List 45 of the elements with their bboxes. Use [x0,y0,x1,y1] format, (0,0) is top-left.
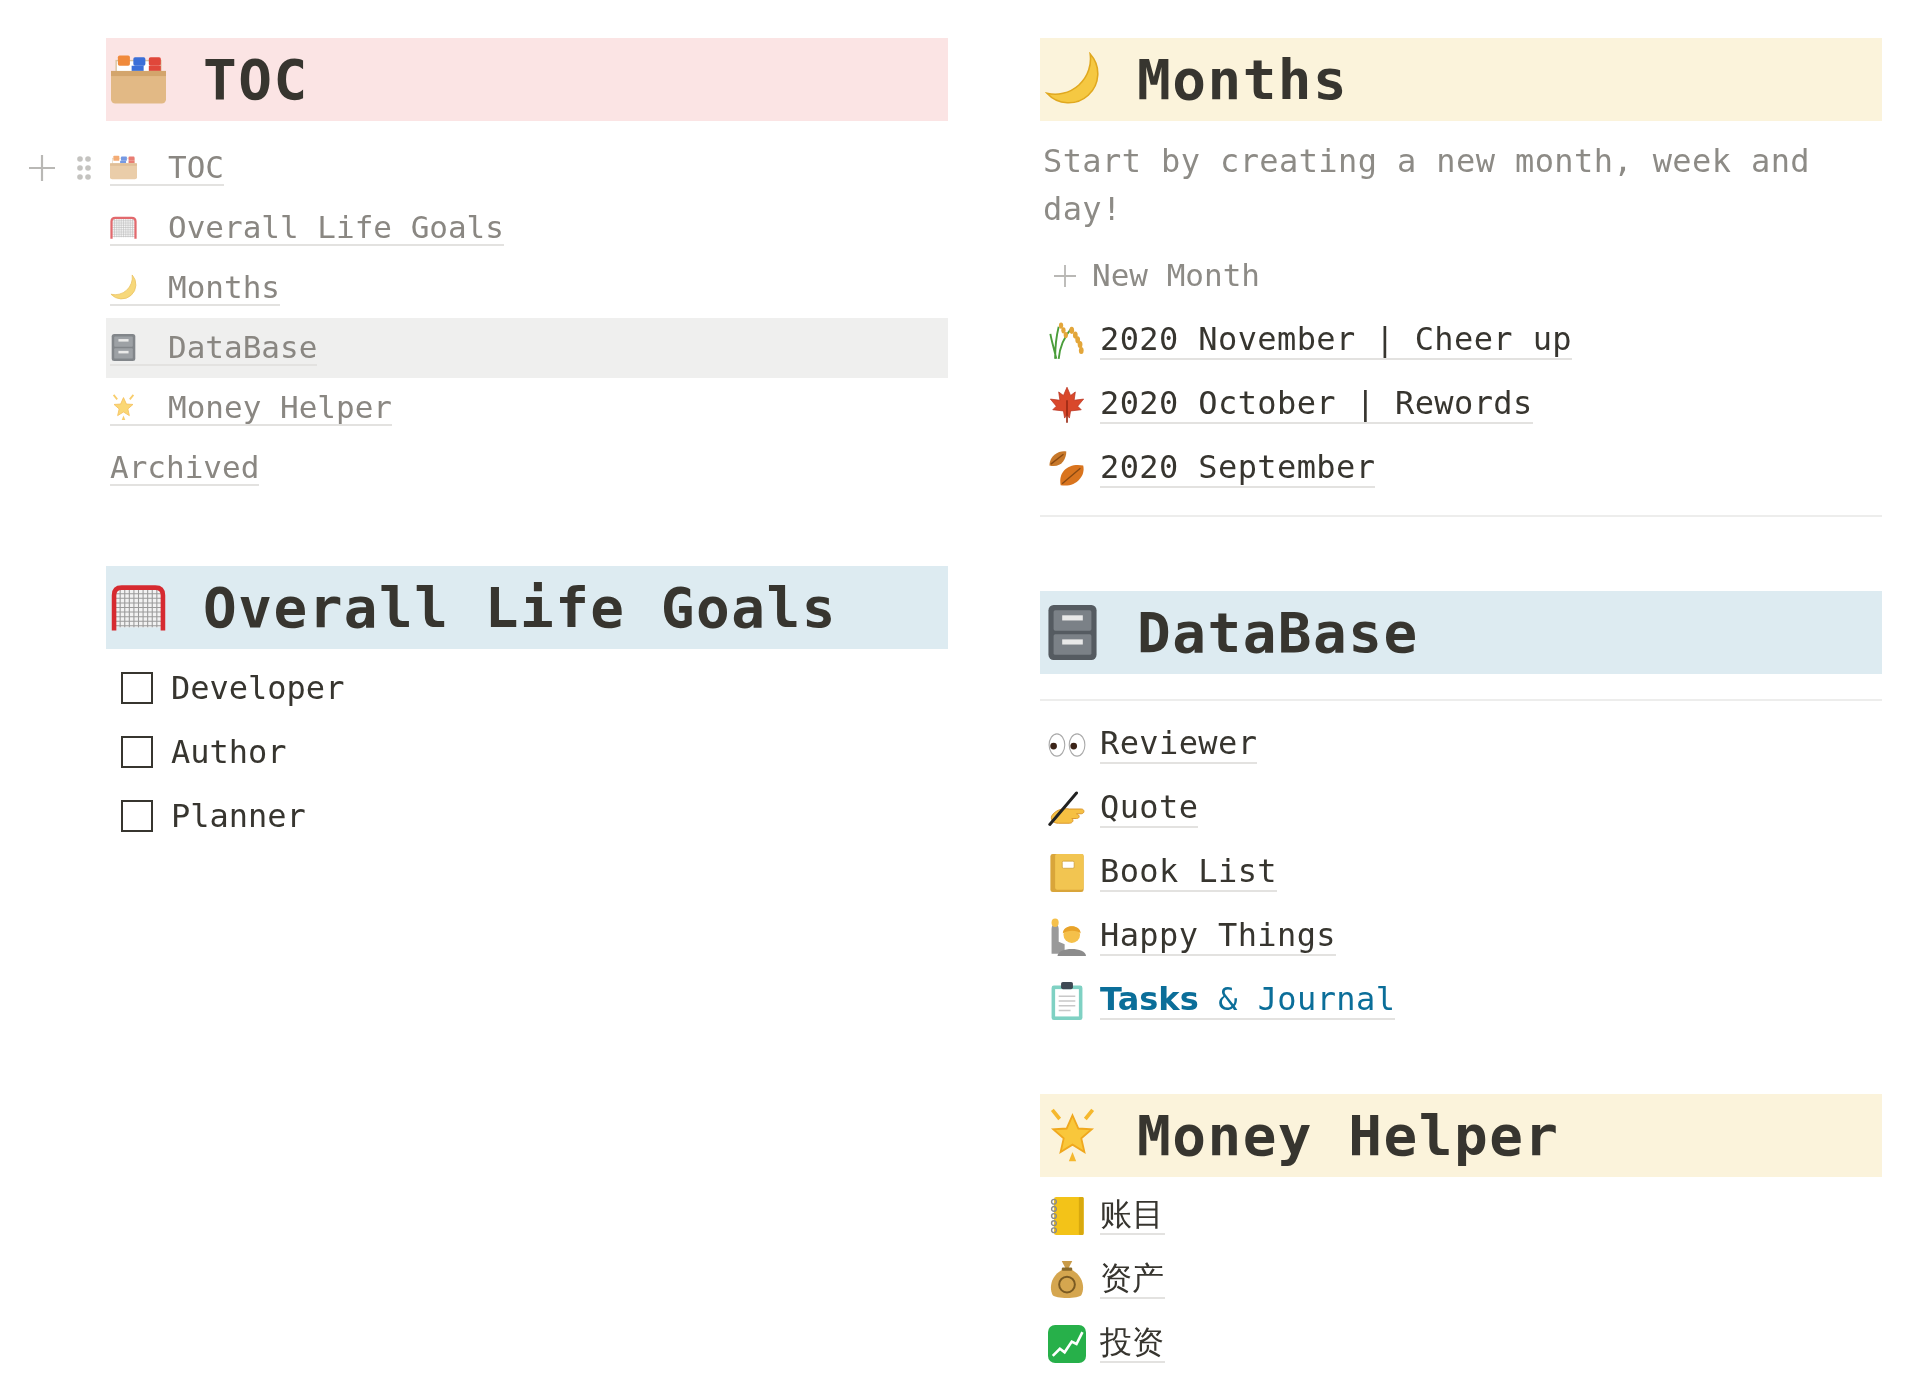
page-link[interactable]: Months [110,269,280,307]
description-text: Start by creating a new month, week and day! [1042,141,1811,230]
todo-text: Planner [171,796,306,836]
page-link[interactable]: Overall Life Goals [110,209,504,247]
heading-title: Money Helper [1137,1104,1560,1167]
page-link[interactable]: 2020 November | Cheer up [1100,322,1572,360]
heading-title: TOC [203,48,309,111]
file-box-icon [110,153,137,181]
page-link[interactable]: Archived [110,449,260,487]
drag-handle-icon[interactable] [76,155,92,181]
todo-text: Author [171,732,287,772]
ledger-icon [1048,1197,1086,1235]
maple-leaf-icon [1048,386,1086,424]
chart-tile-icon [1048,1325,1086,1363]
page-link[interactable]: Tasks & Journal [1100,982,1396,1020]
checkbox[interactable] [121,672,153,704]
crescent-moon-icon [1045,52,1100,107]
todo-text: Developer [171,668,345,708]
page-link[interactable]: Quote [1100,790,1199,828]
heading-title: Months [1137,48,1349,111]
file-box-icon [111,52,166,107]
page-link[interactable]: 资产 [1100,1261,1165,1299]
heading-title: Overall Life Goals [203,576,837,639]
book-icon [1048,854,1086,892]
checkbox[interactable] [121,800,153,832]
heading-title: DataBase [1137,601,1419,664]
writing-hand-icon [1048,790,1086,828]
page-link[interactable]: Money Helper [110,389,392,427]
page-link[interactable]: Book List [1100,854,1277,892]
page-link[interactable]: TOC [110,149,224,187]
page-link[interactable]: 账目 [1100,1197,1165,1235]
grain-stalk-icon [1048,322,1086,360]
file-cabinet-icon [110,333,137,361]
page-link[interactable]: 2020 September [1100,450,1376,488]
checkbox[interactable] [121,736,153,768]
page-link[interactable]: Happy Things [1100,918,1336,956]
star-icon [110,393,137,421]
plus-icon [1054,265,1076,287]
file-cabinet-icon [1045,605,1100,660]
money-bag-icon [1048,1261,1086,1299]
leaves-icon [1048,450,1086,488]
crescent-moon-icon [110,273,137,301]
page-link[interactable]: 2020 October | Rewords [1100,386,1533,424]
page-link[interactable]: 投资 [1100,1325,1165,1363]
page-link[interactable]: Reviewer [1100,726,1258,764]
